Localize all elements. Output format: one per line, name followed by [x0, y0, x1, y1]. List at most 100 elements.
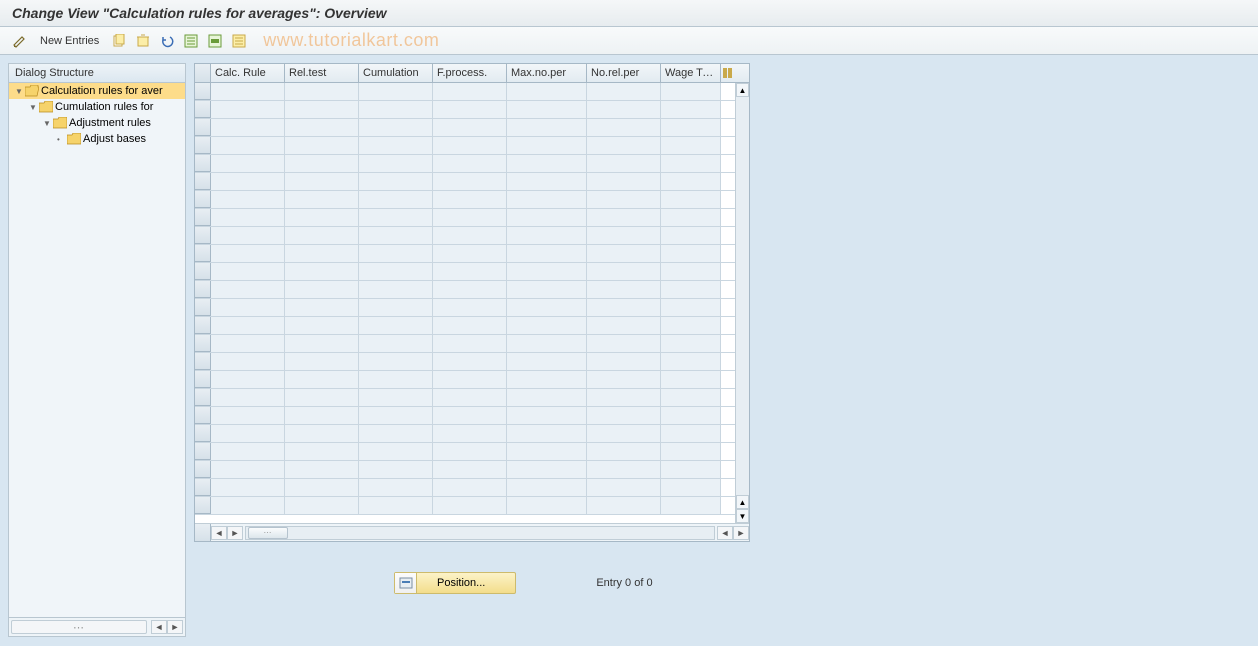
cell[interactable]: [661, 245, 721, 262]
table-row[interactable]: [195, 479, 735, 497]
cell[interactable]: [285, 461, 359, 478]
cell[interactable]: [433, 353, 507, 370]
row-selector[interactable]: [195, 317, 211, 334]
cell[interactable]: [285, 155, 359, 172]
cell[interactable]: [433, 227, 507, 244]
cell[interactable]: [359, 479, 433, 496]
cell[interactable]: [285, 209, 359, 226]
table-row[interactable]: [195, 245, 735, 263]
cell[interactable]: [211, 263, 285, 280]
cell[interactable]: [661, 461, 721, 478]
cell[interactable]: [661, 281, 721, 298]
cell[interactable]: [359, 83, 433, 100]
cell[interactable]: [359, 209, 433, 226]
cell[interactable]: [661, 155, 721, 172]
cell[interactable]: [285, 335, 359, 352]
cell[interactable]: [433, 101, 507, 118]
row-selector[interactable]: [195, 353, 211, 370]
cell[interactable]: [507, 353, 587, 370]
row-selector[interactable]: [195, 479, 211, 496]
cell[interactable]: [211, 137, 285, 154]
cell[interactable]: [433, 443, 507, 460]
cell[interactable]: [285, 101, 359, 118]
column-header[interactable]: Wage Ty...: [661, 64, 721, 82]
cell[interactable]: [211, 155, 285, 172]
cell[interactable]: [433, 137, 507, 154]
table-row[interactable]: [195, 281, 735, 299]
cell[interactable]: [661, 173, 721, 190]
cell[interactable]: [507, 209, 587, 226]
cell[interactable]: [433, 119, 507, 136]
cell[interactable]: [587, 155, 661, 172]
cell[interactable]: [211, 281, 285, 298]
row-selector[interactable]: [195, 83, 211, 100]
cell[interactable]: [661, 389, 721, 406]
cell[interactable]: [359, 173, 433, 190]
cell[interactable]: [211, 209, 285, 226]
cell[interactable]: [433, 191, 507, 208]
row-selector[interactable]: [195, 425, 211, 442]
cell[interactable]: [661, 443, 721, 460]
scroll-down-button[interactable]: ▲: [736, 495, 749, 509]
row-selector[interactable]: [195, 299, 211, 316]
table-row[interactable]: [195, 155, 735, 173]
cell[interactable]: [433, 389, 507, 406]
cell[interactable]: [359, 335, 433, 352]
cell[interactable]: [507, 137, 587, 154]
cell[interactable]: [211, 407, 285, 424]
cell[interactable]: [587, 371, 661, 388]
table-row[interactable]: [195, 83, 735, 101]
table-row[interactable]: [195, 317, 735, 335]
cell[interactable]: [661, 335, 721, 352]
row-selector[interactable]: [195, 227, 211, 244]
cell[interactable]: [211, 101, 285, 118]
cell[interactable]: [661, 425, 721, 442]
table-row[interactable]: [195, 443, 735, 461]
hscroll-thumb[interactable]: ⋯: [11, 620, 147, 634]
cell[interactable]: [661, 479, 721, 496]
cell[interactable]: [433, 461, 507, 478]
cell[interactable]: [433, 155, 507, 172]
cell[interactable]: [285, 281, 359, 298]
cell[interactable]: [587, 119, 661, 136]
cell[interactable]: [661, 299, 721, 316]
cell[interactable]: [211, 227, 285, 244]
cell[interactable]: [661, 371, 721, 388]
cell[interactable]: [433, 425, 507, 442]
cell[interactable]: [507, 155, 587, 172]
scroll-right-button[interactable]: ►: [167, 620, 183, 634]
cell[interactable]: [359, 371, 433, 388]
cell[interactable]: [661, 101, 721, 118]
cell[interactable]: [359, 263, 433, 280]
cell[interactable]: [433, 209, 507, 226]
cell[interactable]: [433, 173, 507, 190]
cell[interactable]: [285, 299, 359, 316]
cell[interactable]: [507, 83, 587, 100]
cell[interactable]: [507, 173, 587, 190]
cell[interactable]: [211, 425, 285, 442]
cell[interactable]: [587, 353, 661, 370]
select-all-icon[interactable]: [181, 31, 201, 51]
cell[interactable]: [211, 443, 285, 460]
cell[interactable]: [661, 227, 721, 244]
cell[interactable]: [661, 137, 721, 154]
cell[interactable]: [285, 263, 359, 280]
cell[interactable]: [661, 83, 721, 100]
cell[interactable]: [507, 281, 587, 298]
row-selector[interactable]: [195, 407, 211, 424]
cell[interactable]: [285, 173, 359, 190]
position-button[interactable]: Position...: [394, 572, 516, 594]
cell[interactable]: [285, 425, 359, 442]
cell[interactable]: [507, 425, 587, 442]
cell[interactable]: [211, 479, 285, 496]
row-selector[interactable]: [195, 443, 211, 460]
column-header[interactable]: Calc. Rule: [211, 64, 285, 82]
cell[interactable]: [587, 245, 661, 262]
select-block-icon[interactable]: [205, 31, 225, 51]
cell[interactable]: [433, 497, 507, 514]
vertical-scrollbar[interactable]: ▲ ▲ ▼: [735, 83, 749, 523]
cell[interactable]: [211, 299, 285, 316]
table-row[interactable]: [195, 173, 735, 191]
cell[interactable]: [285, 497, 359, 514]
cell[interactable]: [285, 191, 359, 208]
